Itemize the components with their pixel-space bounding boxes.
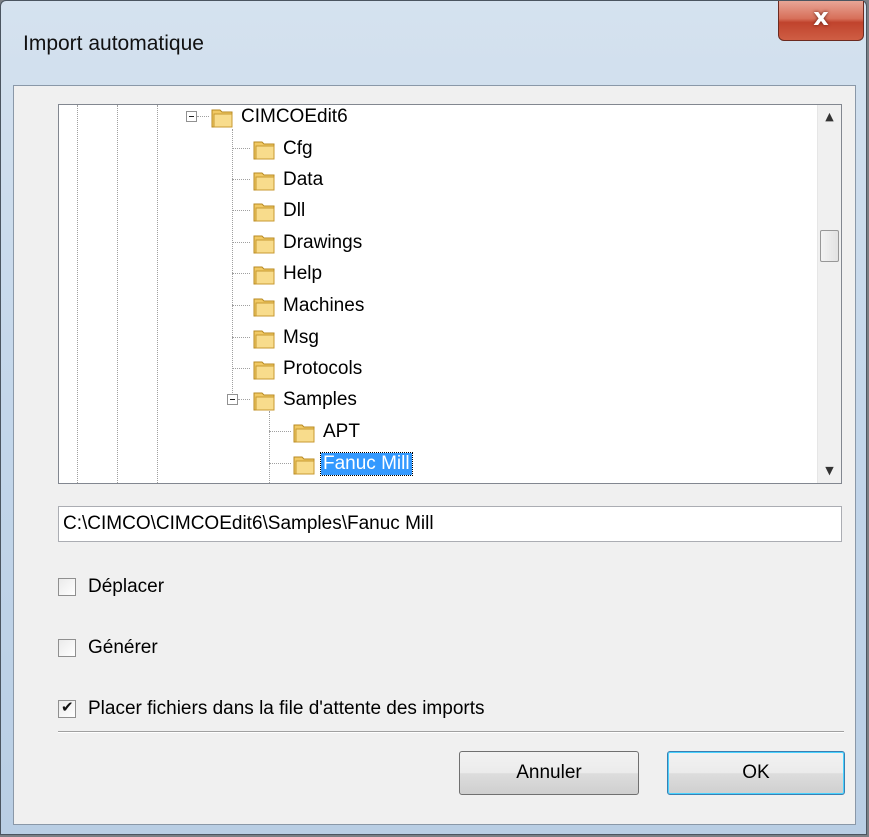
- close-button[interactable]: x: [778, 1, 864, 41]
- folder-icon: [209, 105, 237, 129]
- tree-guide-line: [117, 105, 118, 483]
- queue-checkbox[interactable]: [58, 698, 76, 718]
- tree-node-label-selected: Fanuc Mill: [320, 452, 413, 476]
- move-label: Déplacer: [88, 576, 165, 597]
- tree-branch-line: [232, 210, 250, 211]
- move-checkbox[interactable]: [58, 578, 76, 596]
- window-title: Import automatique: [23, 32, 204, 55]
- tree-branch-line: [197, 116, 209, 117]
- scroll-thumb[interactable]: [820, 230, 839, 262]
- scroll-down-arrow-icon[interactable]: ▼: [818, 459, 841, 483]
- tree-node-label: Dll: [283, 200, 306, 221]
- tree-content: CIMCOEdit6 Cfg Data Dll Drawings Help Ma…: [59, 105, 819, 483]
- tree-branch-line: [232, 305, 250, 306]
- tree-branch-line: [232, 368, 250, 369]
- tree-branch-line: [232, 273, 250, 274]
- tree-branch-line: [232, 179, 250, 180]
- tree-guide-line: [232, 129, 233, 401]
- tree-node-label: Protocols: [283, 358, 363, 379]
- folder-icon: [251, 168, 279, 192]
- tree-branch-line: [269, 463, 291, 464]
- folder-icon: [291, 420, 319, 444]
- dialog-body: CIMCOEdit6 Cfg Data Dll Drawings Help Ma…: [13, 85, 856, 825]
- folder-tree[interactable]: CIMCOEdit6 Cfg Data Dll Drawings Help Ma…: [58, 104, 842, 484]
- folder-icon: [251, 357, 279, 381]
- folder-icon: [251, 137, 279, 161]
- tree-branch-line: [238, 399, 250, 400]
- path-field[interactable]: C:\CIMCO\CIMCOEdit6\Samples\Fanuc Mill: [58, 506, 842, 542]
- close-icon: x: [813, 3, 829, 31]
- folder-icon: [251, 199, 279, 223]
- ok-button[interactable]: OK: [667, 751, 845, 795]
- collapse-toggle[interactable]: [186, 111, 197, 122]
- folder-icon: [251, 326, 279, 350]
- tree-node-label: Cfg: [283, 138, 313, 159]
- folder-icon: [291, 452, 319, 476]
- folder-icon: [251, 231, 279, 255]
- tree-node-label: Msg: [283, 327, 319, 348]
- cancel-button[interactable]: Annuler: [459, 751, 639, 795]
- folder-icon: [251, 262, 279, 286]
- tree-node-label: Data: [283, 169, 324, 190]
- tree-branch-line: [232, 242, 250, 243]
- collapse-toggle[interactable]: [227, 394, 238, 405]
- tree-node-label: Samples: [283, 389, 357, 410]
- tree-branch-line: [232, 337, 250, 338]
- tree-guide-line: [269, 411, 270, 483]
- tree-node-label: Drawings: [283, 232, 363, 253]
- separator: [58, 731, 844, 733]
- tree-node-label: Help: [283, 263, 323, 284]
- scroll-up-arrow-icon[interactable]: ▲: [818, 105, 841, 129]
- tree-branch-line: [232, 148, 250, 149]
- title-bar[interactable]: Import automatique x: [1, 1, 866, 87]
- folder-icon: [251, 294, 279, 318]
- generate-checkbox[interactable]: [58, 639, 76, 657]
- tree-guide-line: [77, 105, 78, 483]
- tree-node-label: Machines: [283, 295, 365, 316]
- tree-branch-line: [269, 431, 291, 432]
- folder-icon: [251, 388, 279, 412]
- tree-guide-line: [157, 105, 158, 483]
- queue-label: Placer fichiers dans la file d'attente d…: [88, 698, 485, 719]
- dialog-window: Import automatique x CIMCOEdit6 Cfg Data…: [0, 0, 867, 835]
- tree-scrollbar[interactable]: ▲ ▼: [817, 105, 841, 483]
- generate-label: Générer: [88, 637, 158, 658]
- tree-node-label: CIMCOEdit6: [241, 106, 348, 127]
- tree-node-label: APT: [323, 421, 360, 442]
